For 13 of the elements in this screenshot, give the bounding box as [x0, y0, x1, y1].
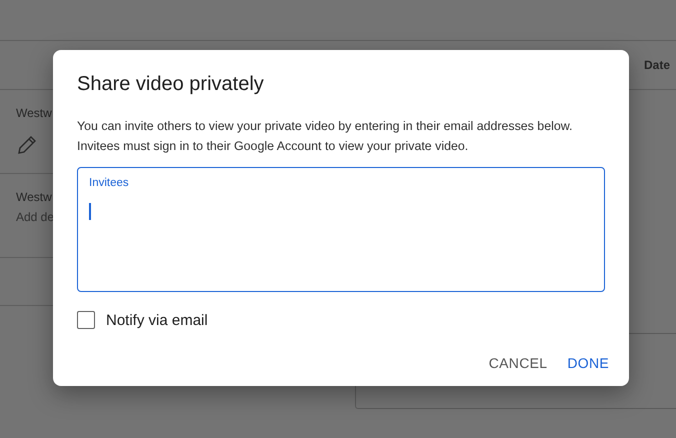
- checkbox-label: Notify via email: [106, 312, 208, 328]
- text-cursor: [89, 203, 90, 220]
- notify-checkbox[interactable]: [77, 311, 95, 329]
- pencil-icon[interactable]: [16, 134, 38, 156]
- field-label: Invitees: [89, 177, 129, 189]
- video-title: Westw: [16, 106, 52, 120]
- dialog-title: Share video privately: [77, 72, 265, 96]
- column-header: Date: [644, 58, 670, 72]
- done-button[interactable]: DONE: [559, 347, 617, 379]
- invitees-field[interactable]: Invitees: [77, 167, 605, 292]
- video-title: Westw: [16, 190, 52, 204]
- cancel-button[interactable]: CANCEL: [480, 347, 556, 379]
- dialog-message: You can invite others to view your private video by entering in their email addresses below. Invitees must sign in to their Google Account to view your private video.: [77, 118, 574, 155]
